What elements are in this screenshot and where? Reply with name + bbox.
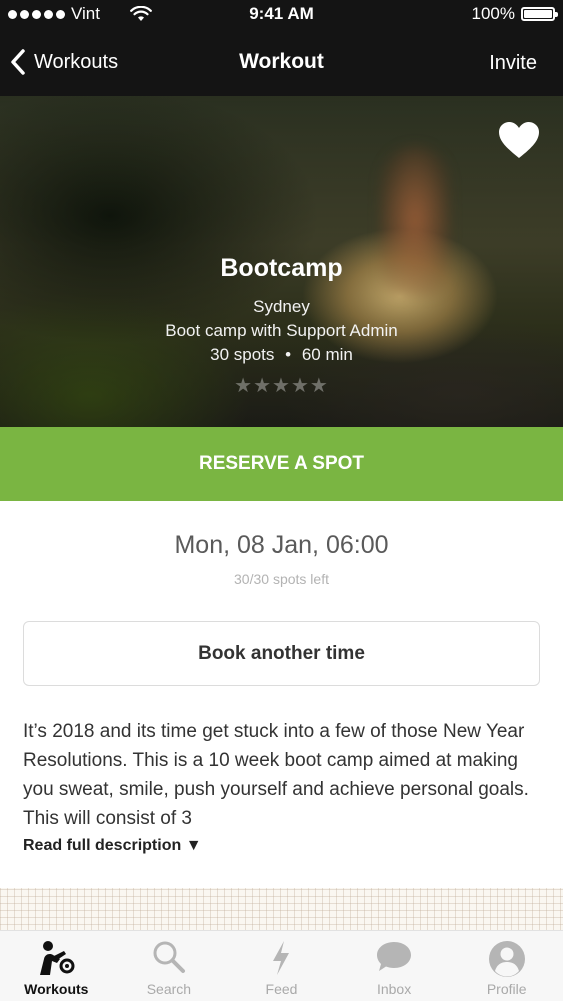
- spots-count: 30 spots: [210, 345, 275, 364]
- tab-label: Feed: [265, 981, 298, 997]
- back-label: Workouts: [34, 50, 119, 73]
- tab-label: Profile: [486, 981, 527, 997]
- tab-feed[interactable]: Feed: [225, 931, 338, 1001]
- tab-bar: Workouts Search Feed Inbox Profile: [0, 930, 563, 1001]
- spots-left: 30/30 spots left: [234, 571, 329, 587]
- status-bar: Vint 9:41 AM 100%: [0, 0, 563, 30]
- battery-percent: 100%: [471, 4, 515, 23]
- chat-bubble-icon: [377, 942, 412, 971]
- rating-stars-icon: ★★★★★: [234, 375, 329, 397]
- workout-subtitle: Boot camp with Support Admin: [165, 321, 398, 340]
- tab-label: Workouts: [24, 981, 89, 997]
- search-icon: [153, 941, 185, 973]
- back-button[interactable]: Workouts: [10, 48, 118, 76]
- invite-button[interactable]: Invite: [489, 52, 537, 75]
- workout-location: Sydney: [253, 297, 310, 316]
- tab-inbox[interactable]: Inbox: [338, 931, 451, 1001]
- workout-meta: 30 spots • 60 min: [0, 343, 563, 367]
- top-bar: Vint 9:41 AM 100% Workouts Workout Invit…: [0, 0, 563, 96]
- reserve-spot-button[interactable]: RESERVE A SPOT: [0, 427, 563, 501]
- tab-profile[interactable]: Profile: [450, 931, 563, 1001]
- read-full-description-link[interactable]: Read full description ▼: [23, 837, 202, 855]
- duration: 60 min: [301, 345, 353, 364]
- lightning-icon: [273, 941, 290, 975]
- tab-search[interactable]: Search: [113, 931, 226, 1001]
- favorite-heart-icon[interactable]: [497, 120, 541, 160]
- workouts-icon: [40, 941, 75, 975]
- navigation-bar: Workouts Workout Invite: [0, 36, 563, 92]
- profile-icon: [488, 941, 525, 977]
- book-another-time-button[interactable]: Book another time: [23, 621, 540, 686]
- chevron-left-icon: [11, 49, 25, 75]
- tab-label: Inbox: [376, 981, 412, 997]
- decorative-pattern: [0, 888, 563, 932]
- tab-label: Search: [146, 981, 192, 997]
- workout-info: Bootcamp Sydney Boot camp with Support A…: [0, 254, 563, 398]
- tab-workouts[interactable]: Workouts: [0, 931, 113, 1001]
- workout-hero-image: Bootcamp Sydney Boot camp with Support A…: [0, 96, 563, 427]
- battery-group: 100%: [471, 4, 558, 24]
- workout-description: It’s 2018 and its time get stuck into a …: [23, 721, 529, 829]
- session-date: Mon, 08 Jan, 06:00: [174, 531, 389, 559]
- meta-separator: •: [285, 345, 292, 364]
- workout-name: Bootcamp: [220, 254, 343, 282]
- battery-icon: [521, 7, 558, 21]
